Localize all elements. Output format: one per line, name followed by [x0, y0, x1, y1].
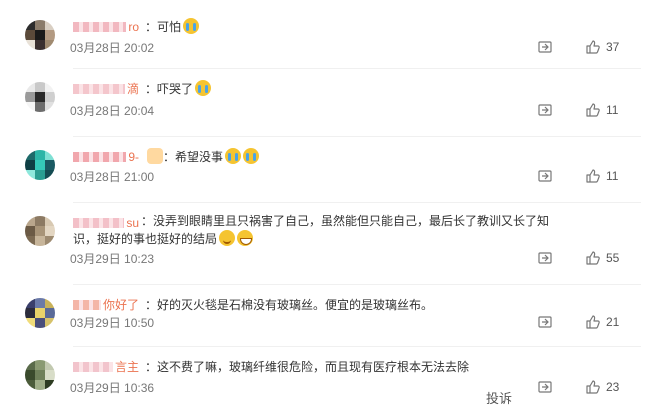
avatar[interactable]	[25, 216, 55, 246]
comment-timestamp: 03月29日 10:50	[70, 316, 155, 330]
username-link[interactable]: 9-	[73, 146, 141, 168]
like-count: 21	[606, 315, 620, 329]
crying-face-icon	[225, 148, 242, 164]
comment-item: 9- ：希望没事 03月28日 21:00 11	[0, 138, 659, 208]
thumbs-up-icon[interactable]	[585, 250, 601, 266]
comment-item: 滴 ：吓哭了 03月28日 20:04 11	[0, 70, 659, 140]
divider	[73, 136, 641, 137]
username-link[interactable]: ro	[73, 16, 141, 38]
thumbs-up-icon[interactable]	[585, 39, 601, 55]
comment-body: ：吓哭了	[145, 82, 194, 96]
crying-face-icon	[243, 148, 260, 164]
user-badge-icon	[147, 148, 163, 164]
comment-item: su ：没弄到眼睛里且只祸害了自己，虽然能但只能自己，最后长了教训又长了知识，挺好…	[0, 204, 659, 274]
grinning-face-icon	[237, 230, 254, 246]
avatar[interactable]	[25, 360, 55, 390]
avatar[interactable]	[25, 298, 55, 328]
comment-body: ：这不费了嘛，玻璃纤维很危险，而且现有医疗根本无法去除	[145, 360, 470, 374]
comment-body: ：没弄到眼睛里且只祸害了自己，虽然能但只能自己，最后长了教训又长了知识，挺好的事…	[73, 214, 550, 246]
username-visible-part: ro	[128, 20, 139, 34]
thumbs-up-icon[interactable]	[585, 314, 601, 330]
divider	[73, 202, 641, 203]
sly-face-icon	[219, 230, 236, 246]
comment-timestamp: 03月28日 21:00	[70, 170, 155, 184]
divider	[73, 284, 641, 285]
share-icon[interactable]	[537, 379, 553, 395]
divider	[73, 346, 641, 347]
crying-face-icon	[183, 18, 200, 34]
comment-text: ：吓哭了	[145, 80, 212, 98]
like-count: 37	[606, 40, 620, 54]
comment-item: 言主 ：这不费了嘛，玻璃纤维很危险，而且现有医疗根本无法去除 03月29日 10:3…	[0, 348, 659, 418]
thumbs-up-icon[interactable]	[585, 379, 601, 395]
share-icon[interactable]	[537, 168, 553, 184]
like-count: 11	[606, 103, 619, 117]
avatar[interactable]	[25, 150, 55, 180]
share-icon[interactable]	[537, 39, 553, 55]
username-visible-part: 滴	[126, 82, 139, 96]
thumbs-up-icon[interactable]	[585, 168, 601, 184]
comment-text: ：没弄到眼睛里且只祸害了自己，虽然能但只能自己，最后长了教训又长了知识，挺好的事…	[73, 212, 553, 248]
username-link[interactable]: 你好了	[73, 294, 141, 316]
like-count: 55	[606, 251, 620, 265]
username-link[interactable]: 滴	[73, 78, 141, 100]
share-icon[interactable]	[537, 250, 553, 266]
avatar[interactable]	[25, 20, 55, 50]
username-visible-part: 你好了	[102, 298, 139, 312]
avatar[interactable]	[25, 82, 55, 112]
share-icon[interactable]	[537, 102, 553, 118]
comment-text: ：可怕	[145, 18, 200, 36]
username-visible-part: 9-	[128, 150, 139, 164]
comment-body: ：好的灭火毯是石棉没有玻璃丝。便宜的是玻璃丝布。	[145, 298, 434, 312]
username-visible-part: 言主	[114, 360, 139, 374]
comment-timestamp: 03月29日 10:23	[70, 252, 155, 266]
comment-timestamp: 03月28日 20:02	[70, 41, 155, 55]
comment-timestamp: 03月28日 20:04	[70, 104, 155, 118]
comment-body: ：希望没事	[163, 150, 224, 164]
comment-body: ：可怕	[145, 20, 182, 34]
thumbs-up-icon[interactable]	[585, 102, 601, 118]
comment-timestamp: 03月29日 10:36	[70, 381, 155, 395]
crying-face-icon	[195, 80, 212, 96]
username-link[interactable]: 言主	[73, 356, 141, 378]
comment-text: ：好的灭火毯是石棉没有玻璃丝。便宜的是玻璃丝布。	[145, 296, 433, 314]
like-count: 23	[606, 380, 620, 394]
share-icon[interactable]	[537, 314, 553, 330]
report-link[interactable]: 投诉	[486, 388, 512, 407]
divider	[73, 68, 641, 69]
comment-text: ：这不费了嘛，玻璃纤维很危险，而且现有医疗根本无法去除	[145, 358, 469, 376]
comment-text: ：希望没事	[145, 148, 260, 166]
like-count: 11	[606, 169, 619, 183]
